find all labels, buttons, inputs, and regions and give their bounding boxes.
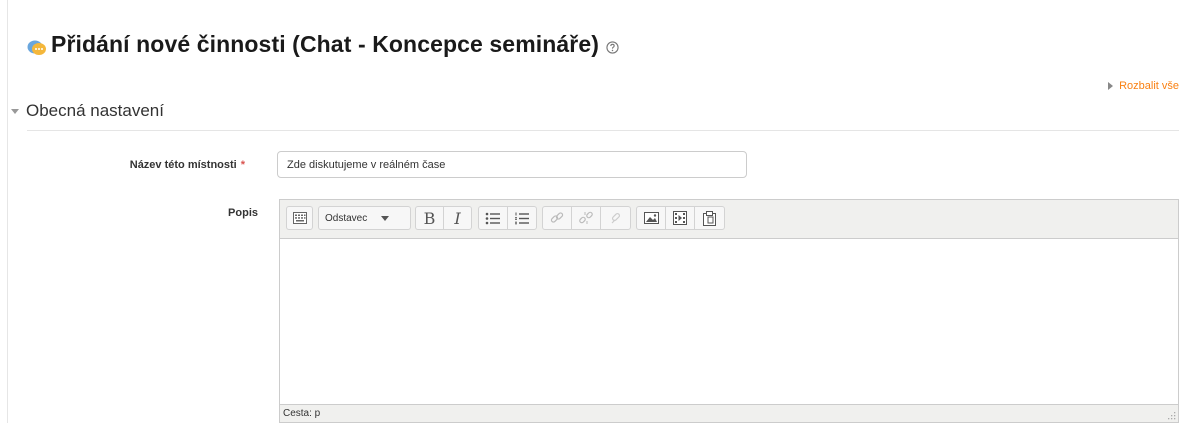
toolbar-group-format: Odstavec <box>318 206 411 230</box>
page-left-border <box>7 0 8 423</box>
bullet-list-button[interactable] <box>479 207 508 229</box>
image-button[interactable] <box>637 207 666 229</box>
expand-all-link[interactable]: Rozbalit vše <box>1108 80 1179 92</box>
expand-triangle-icon <box>1108 82 1114 90</box>
anchor-button[interactable] <box>601 207 630 229</box>
help-icon[interactable] <box>606 40 619 54</box>
expand-all-label: Rozbalit vše <box>1119 80 1179 92</box>
unlink-button[interactable] <box>572 207 601 229</box>
show-more-buttons-icon <box>292 212 307 224</box>
room-name-input[interactable]: Zde diskutujeme v reálném čase <box>277 151 747 178</box>
section-title: Obecná nastavení <box>26 101 164 120</box>
numbered-list-icon <box>515 212 529 224</box>
required-marker: * <box>240 159 245 171</box>
description-label: Popis <box>228 207 258 219</box>
manage-files-button[interactable] <box>695 207 724 229</box>
toolbar-group-links <box>542 206 631 230</box>
toolbar-group-toggle <box>286 206 313 230</box>
bold-button[interactable]: B <box>416 207 444 229</box>
italic-button[interactable]: I <box>444 207 471 229</box>
image-icon <box>643 212 659 224</box>
show-more-buttons[interactable] <box>287 207 312 229</box>
section-toggle-general[interactable]: Obecná nastavení <box>11 101 164 121</box>
manage-files-icon <box>703 210 716 226</box>
editor-toolbar: Odstavec B I <box>280 200 1178 239</box>
page-title: Přidání nové činnosti (Chat - Koncepce s… <box>51 30 599 57</box>
anchor-icon <box>611 212 620 224</box>
chevron-down-icon <box>381 215 390 221</box>
unlink-icon <box>579 211 593 224</box>
media-button[interactable] <box>666 207 695 229</box>
link-icon <box>550 212 564 223</box>
link-button[interactable] <box>543 207 572 229</box>
description-editor[interactable]: Odstavec B I Cesta: p <box>279 199 1179 423</box>
editor-content-area[interactable] <box>280 239 1178 405</box>
name-field-label: Název této místnosti * <box>129 159 245 171</box>
room-name-value: Zde diskutujeme v reálném čase <box>287 158 446 171</box>
toolbar-group-style: B I <box>415 206 472 230</box>
bullet-list-icon <box>485 212 500 224</box>
section-divider <box>27 130 1179 131</box>
media-icon <box>673 211 687 225</box>
bold-icon: B <box>423 208 436 228</box>
collapse-triangle-icon <box>11 108 19 114</box>
page-header: Přidání nové činnosti (Chat - Koncepce s… <box>27 28 619 60</box>
editor-statusbar: Cesta: p <box>280 404 1178 422</box>
format-select[interactable]: Odstavec <box>319 207 395 229</box>
numbered-list-button[interactable] <box>508 207 536 229</box>
format-select-value: Odstavec <box>325 212 368 224</box>
element-path[interactable]: Cesta: p <box>283 408 320 419</box>
toolbar-group-lists <box>478 206 537 230</box>
toolbar-group-media <box>636 206 725 230</box>
chat-icon <box>27 40 46 55</box>
resize-grip-icon[interactable] <box>1166 410 1176 420</box>
italic-icon: I <box>454 208 461 228</box>
